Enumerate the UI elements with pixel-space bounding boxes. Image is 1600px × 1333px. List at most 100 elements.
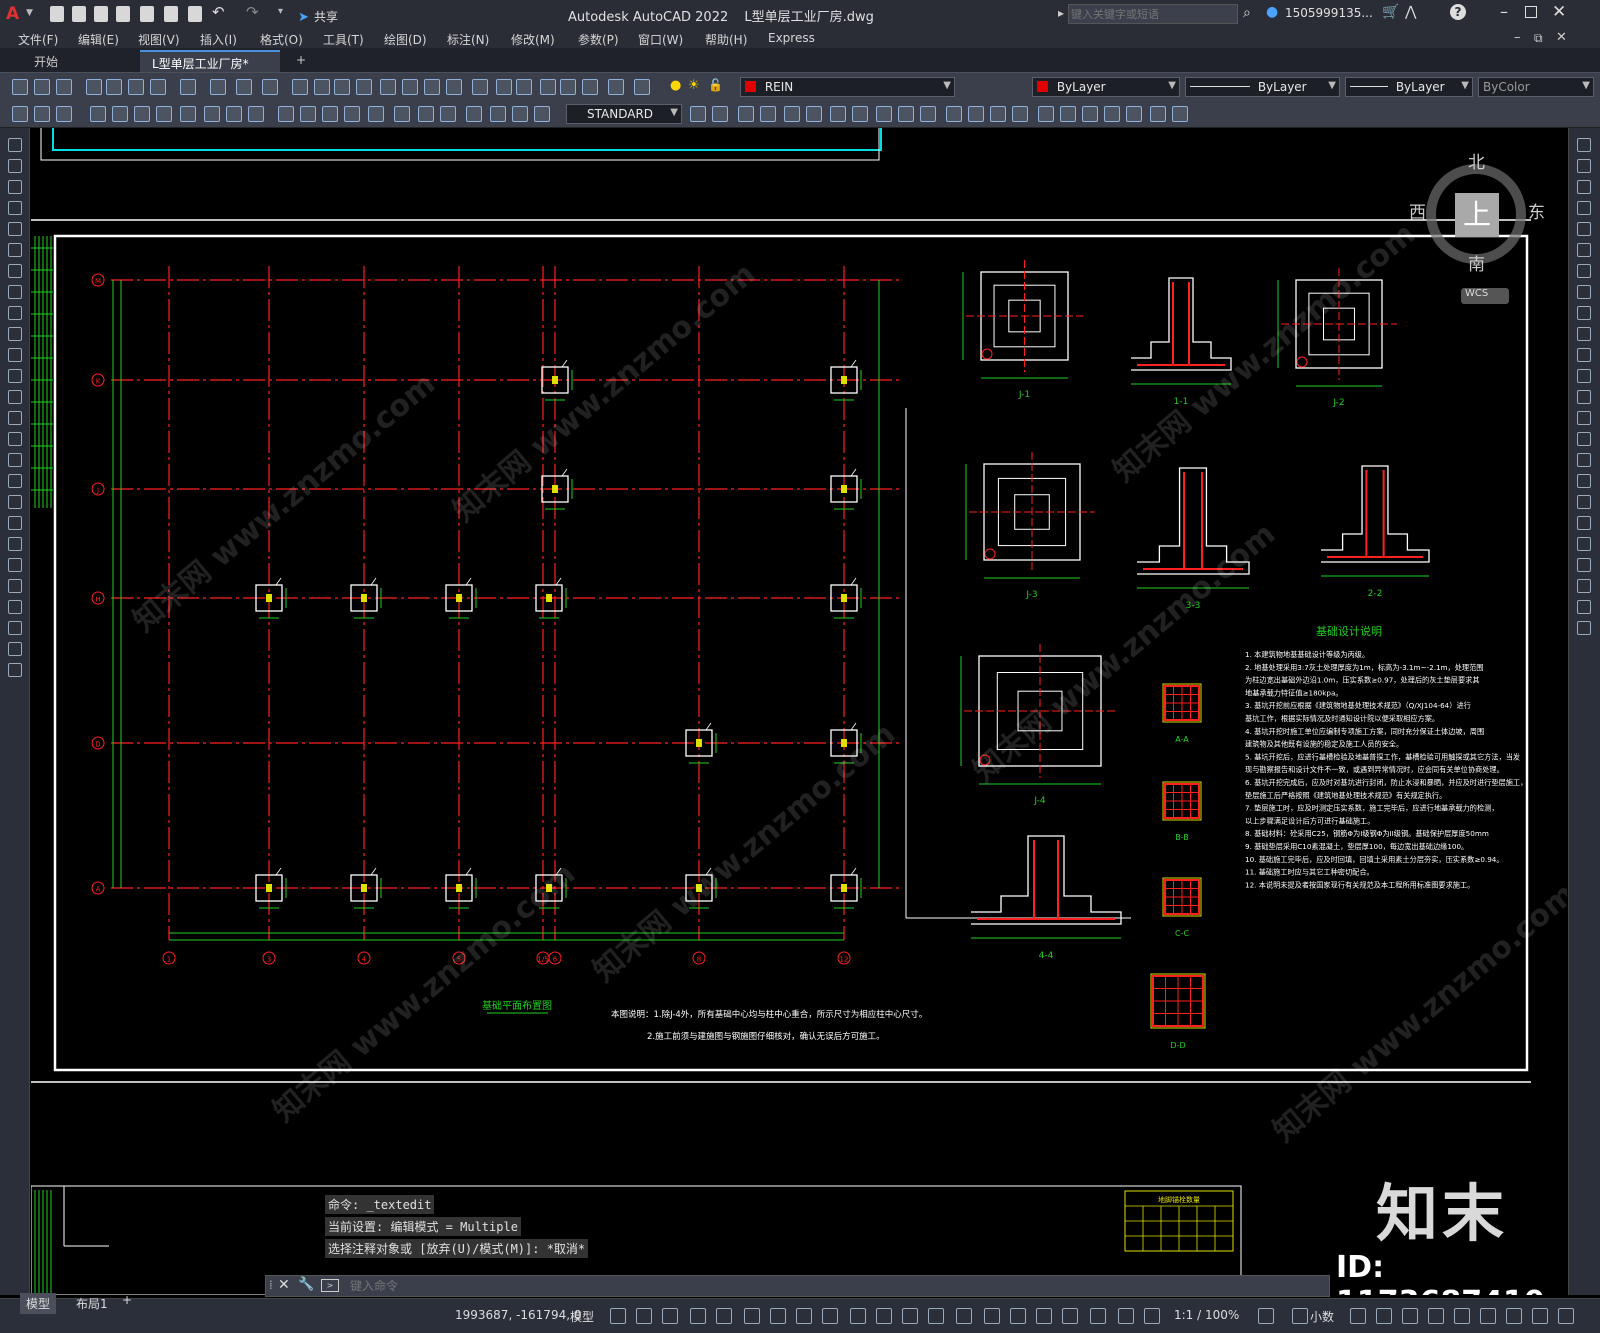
- viewcube-east[interactable]: 东: [1528, 198, 1545, 223]
- menu-edit[interactable]: 编辑(E): [78, 31, 119, 48]
- user-account[interactable]: 1505999135...: [1285, 6, 1373, 20]
- dim-4-icon[interactable]: [90, 106, 106, 122]
- dim-10-icon[interactable]: [226, 106, 242, 122]
- help-icon[interactable]: ?: [1450, 4, 1466, 20]
- dim-44-icon[interactable]: [1150, 106, 1166, 122]
- dim-35-icon[interactable]: [946, 106, 962, 122]
- dim-27-icon[interactable]: [760, 106, 776, 122]
- status-toggle-29-icon[interactable]: [1480, 1308, 1496, 1324]
- tool-24-icon[interactable]: [560, 79, 576, 95]
- tool-4-icon[interactable]: [86, 79, 102, 95]
- tool-17-icon[interactable]: [402, 79, 418, 95]
- annotation-scale[interactable]: 1:1 / 100%: [1174, 1308, 1239, 1322]
- draw-tool-22-icon[interactable]: [8, 579, 22, 593]
- status-toggle-17-icon[interactable]: [1036, 1308, 1052, 1324]
- tool-27-icon[interactable]: [634, 79, 650, 95]
- tool-12-icon[interactable]: [292, 79, 308, 95]
- modify-tool-4-icon[interactable]: [1577, 201, 1591, 215]
- units-readout[interactable]: 小数: [1310, 1308, 1334, 1325]
- tab-layout1[interactable]: 布局1: [70, 1293, 114, 1314]
- lineweight-dropdown[interactable]: ByLayer ▼: [1345, 77, 1473, 97]
- plotstyle-dropdown[interactable]: ByColor ▼: [1478, 77, 1594, 97]
- status-toggle-9-icon[interactable]: [822, 1308, 838, 1324]
- modify-tool-20-icon[interactable]: [1577, 537, 1591, 551]
- modify-tool-8-icon[interactable]: [1577, 285, 1591, 299]
- menu-help[interactable]: 帮助(H): [705, 31, 747, 48]
- dim-41-icon[interactable]: [1082, 106, 1098, 122]
- dim-34-icon[interactable]: [920, 106, 936, 122]
- tab-document[interactable]: L型单层工业厂房* ×: [140, 50, 280, 86]
- dim-39-icon[interactable]: [1038, 106, 1054, 122]
- modify-tool-13-icon[interactable]: [1577, 390, 1591, 404]
- dim-26-icon[interactable]: [738, 106, 754, 122]
- tool-8-icon[interactable]: [180, 79, 196, 95]
- viewcube-top-face[interactable]: 上: [1455, 193, 1499, 237]
- dim-31-icon[interactable]: [852, 106, 868, 122]
- tool-26-icon[interactable]: [608, 79, 624, 95]
- doc-restore-icon[interactable]: ⧉: [1534, 31, 1543, 46]
- draw-tool-5-icon[interactable]: [8, 222, 22, 236]
- export-icon[interactable]: [140, 6, 154, 22]
- dim-38-icon[interactable]: [1012, 106, 1028, 122]
- status-toggle-11-icon[interactable]: [876, 1308, 892, 1324]
- modify-tool-16-icon[interactable]: [1577, 453, 1591, 467]
- status-toggle-15-icon[interactable]: [984, 1308, 1000, 1324]
- draw-tool-7-icon[interactable]: [8, 264, 22, 278]
- dimstyle-dropdown[interactable]: STANDARD ▼: [566, 104, 682, 124]
- modify-tool-14-icon[interactable]: [1577, 411, 1591, 425]
- modify-tool-2-icon[interactable]: [1577, 159, 1591, 173]
- add-layout-button[interactable]: +: [122, 1293, 132, 1307]
- maximize-icon[interactable]: [1525, 6, 1537, 18]
- status-toggle-5-icon[interactable]: [716, 1308, 732, 1324]
- dim-6-icon[interactable]: [134, 106, 150, 122]
- dim-13-icon[interactable]: [300, 106, 316, 122]
- draw-tool-21-icon[interactable]: [8, 558, 22, 572]
- draw-tool-15-icon[interactable]: [8, 432, 22, 446]
- dim-36-icon[interactable]: [968, 106, 984, 122]
- modify-tool-22-icon[interactable]: [1577, 579, 1591, 593]
- draw-tool-24-icon[interactable]: [8, 621, 22, 635]
- modify-tool-5-icon[interactable]: [1577, 222, 1591, 236]
- draw-tool-12-icon[interactable]: [8, 369, 22, 383]
- tool-5-icon[interactable]: [106, 79, 122, 95]
- draw-tool-4-icon[interactable]: [8, 201, 22, 215]
- status-toggle-16-icon[interactable]: [1010, 1308, 1026, 1324]
- tool-10-icon[interactable]: [236, 79, 252, 95]
- autodesk-a360-icon[interactable]: ⋀: [1405, 4, 1416, 20]
- dim-42-icon[interactable]: [1104, 106, 1120, 122]
- dim-28-icon[interactable]: [784, 106, 800, 122]
- open-icon[interactable]: [72, 6, 86, 22]
- status-toggle-22-icon[interactable]: [1258, 1308, 1274, 1324]
- modify-tool-9-icon[interactable]: [1577, 306, 1591, 320]
- menu-tools[interactable]: 工具(T): [323, 31, 364, 48]
- viewcube-west[interactable]: 西: [1409, 198, 1426, 223]
- draw-tool-25-icon[interactable]: [8, 642, 22, 656]
- new-icon[interactable]: [50, 6, 64, 22]
- minimize-icon[interactable]: –: [1500, 2, 1508, 21]
- status-toggle-8-icon[interactable]: [796, 1308, 812, 1324]
- tool-23-icon[interactable]: [540, 79, 556, 95]
- dim-16-icon[interactable]: [368, 106, 384, 122]
- dim-3-icon[interactable]: [56, 106, 72, 122]
- menu-parametric[interactable]: 参数(P): [578, 31, 619, 48]
- status-toggle-3-icon[interactable]: [662, 1308, 678, 1324]
- modify-tool-10-icon[interactable]: [1577, 327, 1591, 341]
- status-toggle-4-icon[interactable]: [690, 1308, 706, 1324]
- tool-15-icon[interactable]: [356, 79, 372, 95]
- plot-icon[interactable]: [188, 6, 202, 22]
- autocad-logo-icon[interactable]: A: [6, 4, 24, 24]
- command-input[interactable]: [348, 1277, 1308, 1295]
- status-toggle-24-icon[interactable]: [1350, 1308, 1366, 1324]
- tab-start[interactable]: 开始: [22, 50, 70, 72]
- modify-tool-17-icon[interactable]: [1577, 474, 1591, 488]
- menu-modify[interactable]: 修改(M): [511, 31, 555, 48]
- tool-21-icon[interactable]: [496, 79, 512, 95]
- draw-tool-2-icon[interactable]: [8, 159, 22, 173]
- layer-dropdown[interactable]: REIN ▼: [740, 77, 955, 97]
- dim-33-icon[interactable]: [898, 106, 914, 122]
- user-icon[interactable]: ●: [1266, 4, 1278, 20]
- status-toggle-31-icon[interactable]: [1532, 1308, 1548, 1324]
- modify-tool-7-icon[interactable]: [1577, 264, 1591, 278]
- command-customize-icon[interactable]: 🔧: [298, 1277, 314, 1292]
- tool-9-icon[interactable]: [210, 79, 226, 95]
